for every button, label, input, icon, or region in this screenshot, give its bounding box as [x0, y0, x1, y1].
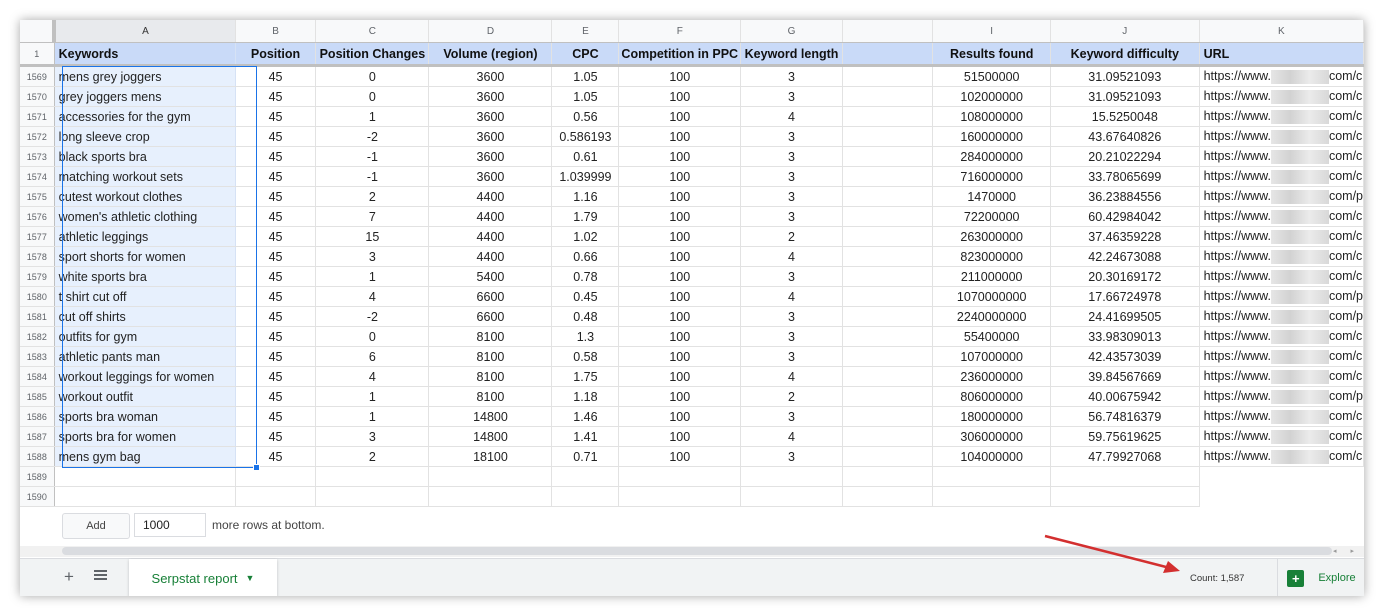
annotation-arrow-icon [1044, 534, 1180, 573]
